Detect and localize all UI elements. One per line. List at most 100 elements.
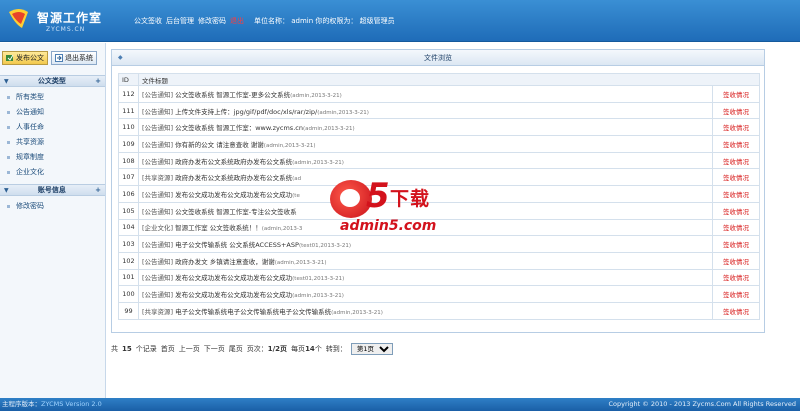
nav-receive[interactable]: 公文签收 [134,16,162,26]
publish-icon [6,54,14,61]
sidebar-item-change-password[interactable]: 修改密码 [5,199,105,214]
row-title-link[interactable]: 公文签收系统 智源工作室-更多公文系统 [175,91,290,99]
sidebar-buttons: 发布公文 退出系统 [0,43,105,65]
pager-first[interactable]: 首页 [161,344,175,354]
row-action-cell: 签收情况 [712,201,760,220]
nav-admin[interactable]: 后台管理 [166,16,194,26]
sign-status-link[interactable]: 签收情况 [723,241,749,249]
sign-status-link[interactable]: 签收情况 [723,258,749,266]
row-title-link[interactable]: 你有新的公文 请注意查收 谢谢 [175,141,264,149]
row-title-link[interactable]: 政府办发文 乡镇请注意查收，谢谢 [175,258,275,266]
expand-plus-icon[interactable]: + [95,77,101,85]
row-title-cell: [公告通知] 政府办发布公文系统政府办发布公文系统(admin,2013-3-2… [138,151,713,170]
logo-title: 智源工作室 [37,11,103,25]
sidebar-item-shared[interactable]: 共享资源 [5,135,105,150]
row-id: 104 [118,218,139,237]
row-meta: (admin,2013-3-21) [331,309,383,316]
table-row: 112 [公告通知] 公文签收系统 智源工作室-更多公文系统(admin,2013… [118,85,760,103]
publish-button[interactable]: 发布公文 [2,51,48,65]
row-title-link[interactable]: 智源工作室 公文签收系统！！ [175,224,262,232]
row-title-cell: [公告通知] 公文签收系统 智源工作室：www.zycms.cn(admin,2… [138,118,713,137]
sign-status-link[interactable]: 签收情况 [723,174,749,182]
pager-goto-label: 转到： [325,345,347,353]
row-meta: (admin,2013-3-21) [290,92,342,99]
row-title-cell: [公告通知] 你有新的公文 请注意查收 谢谢(admin,2013-3-21) [138,135,713,153]
sign-status-link[interactable]: 签收情况 [723,158,749,166]
row-id: 109 [118,135,139,153]
sign-status-link[interactable]: 签收情况 [723,108,749,116]
section-document-types[interactable]: ▼ 公文类型 + [0,75,105,87]
sidebar-item-personnel[interactable]: 人事任命 [5,120,105,135]
nav-change-password[interactable]: 修改密码 [198,16,226,26]
row-action-cell: 签收情况 [712,185,760,203]
exit-icon [55,54,63,62]
row-action-cell: 签收情况 [712,301,760,320]
section-account[interactable]: ▼ 账号信息 + [0,184,105,196]
sign-status-link[interactable]: 签收情况 [723,91,749,99]
row-id: 111 [118,101,139,120]
sidebar-item-notice[interactable]: 公告通知 [5,105,105,120]
row-id: 110 [118,118,139,137]
sidebar-item-all[interactable]: 所有类型 [5,90,105,105]
sign-status-link[interactable]: 签收情况 [723,308,749,316]
row-id: 112 [118,85,139,103]
pagination: 共 15 个记录 首页 上一页 下一页 尾页 页次： 1/2页 每页 14 个 转到：… [111,343,393,355]
row-title-link[interactable]: 公文签收系统 智源工作室-专注公文签收系 [175,208,296,216]
row-title-link[interactable]: 电子公文传输系统 公文系统ACCESS+ASP [175,241,299,249]
row-category: [公告通知] [142,107,174,116]
pager-next[interactable]: 下一页 [204,344,225,354]
panel-title: 文件浏览 [424,54,452,62]
row-action-cell: 签收情况 [712,285,760,303]
row-title-link[interactable]: 发布公文成功发布公文成功发布公文成功 [175,191,292,199]
sign-status-link[interactable]: 签收情况 [723,291,749,299]
row-category: [公告通知] [142,90,174,99]
top-nav: 公文签收 后台管理 修改密码 退出 单位名称： admin 你的权限为： 超级管… [134,16,395,26]
row-title-cell: [公告通知] 政府办发文 乡镇请注意查收，谢谢(admin,2013-3-21) [138,251,713,270]
pager-per-page-prefix: 每页 [291,345,306,353]
row-title-link[interactable]: 电子公文传输系统电子公文传输系统电子公文传输系统 [175,308,331,316]
row-action-cell: 签收情况 [712,251,760,270]
row-meta: (admin,2013-3-21) [292,159,344,166]
row-title-link[interactable]: 公文签收系统 智源工作室：www.zycms.cn [175,124,303,132]
row-meta: (admin,2013-3-21) [292,293,344,300]
row-meta: (admin,2013-3 [261,226,303,233]
logout-link[interactable]: 退出 [230,16,244,26]
row-title-link[interactable]: 发布公文成功发布公文成功发布公文成功 [175,274,292,282]
admin5-watermark: 5 下载 admin5.com [330,176,480,238]
row-id: 101 [118,268,139,287]
table-row: 110 [公告通知] 公文签收系统 智源工作室：www.zycms.cn(admi… [118,118,760,137]
table-row: 109 [公告通知] 你有新的公文 请注意查收 谢谢(admin,2013-3-2… [118,135,760,153]
row-action-cell: 签收情况 [712,135,760,153]
logo-subtitle: ZYCMS.CN [46,26,86,33]
row-action-cell: 签收情况 [712,218,760,237]
expand-plus-icon[interactable]: + [95,186,101,194]
row-id: 105 [118,201,139,220]
row-category: [共享资源] [142,307,174,316]
page-select[interactable]: 第1页 [350,343,393,355]
row-title-link[interactable]: 上传文件支持上传：jpg/gif/pdf/doc/xls/rar/zip/ [175,108,317,116]
row-title-link[interactable]: 政府办发布公文系统政府办发布公文系统 [175,158,292,166]
row-title-link[interactable]: 政府办发布公文系统政府办发布公文系统 [175,174,292,182]
sign-status-link[interactable]: 签收情况 [723,274,749,282]
footer: 主程序版本：ZYCMS Version 2.0 Copyright © 2010… [0,398,800,411]
row-id: 107 [118,168,139,187]
row-category: [公告通知] [142,207,174,216]
sidebar-item-rules[interactable]: 规章制度 [5,150,105,165]
user-info: 单位名称： admin 你的权限为： 超级管理员 [254,17,395,25]
table-row: 103 [公告通知] 电子公文传输系统 公文系统ACCESS+ASP(test01… [118,235,760,253]
exit-button[interactable]: 退出系统 [51,51,97,65]
pager-last[interactable]: 尾页 [229,344,243,354]
pager-total-prefix: 共 [111,345,118,353]
sidebar-item-culture[interactable]: 企业文化 [5,165,105,180]
sign-status-link[interactable]: 签收情况 [723,224,749,232]
row-id: 100 [118,285,139,303]
row-meta: (admin,2013-3-21) [317,109,369,116]
row-title-link[interactable]: 发布公文成功发布公文成功发布公文成功 [175,291,292,299]
sign-status-link[interactable]: 签收情况 [723,208,749,216]
pager-prev[interactable]: 上一页 [179,344,200,354]
exit-button-label: 退出系统 [65,54,93,62]
sign-status-link[interactable]: 签收情况 [723,124,749,132]
sign-status-link[interactable]: 签收情况 [723,191,749,199]
sign-status-link[interactable]: 签收情况 [723,141,749,149]
row-title-cell: [共享资源] 电子公文传输系统电子公文传输系统电子公文传输系统(admin,20… [138,301,713,320]
